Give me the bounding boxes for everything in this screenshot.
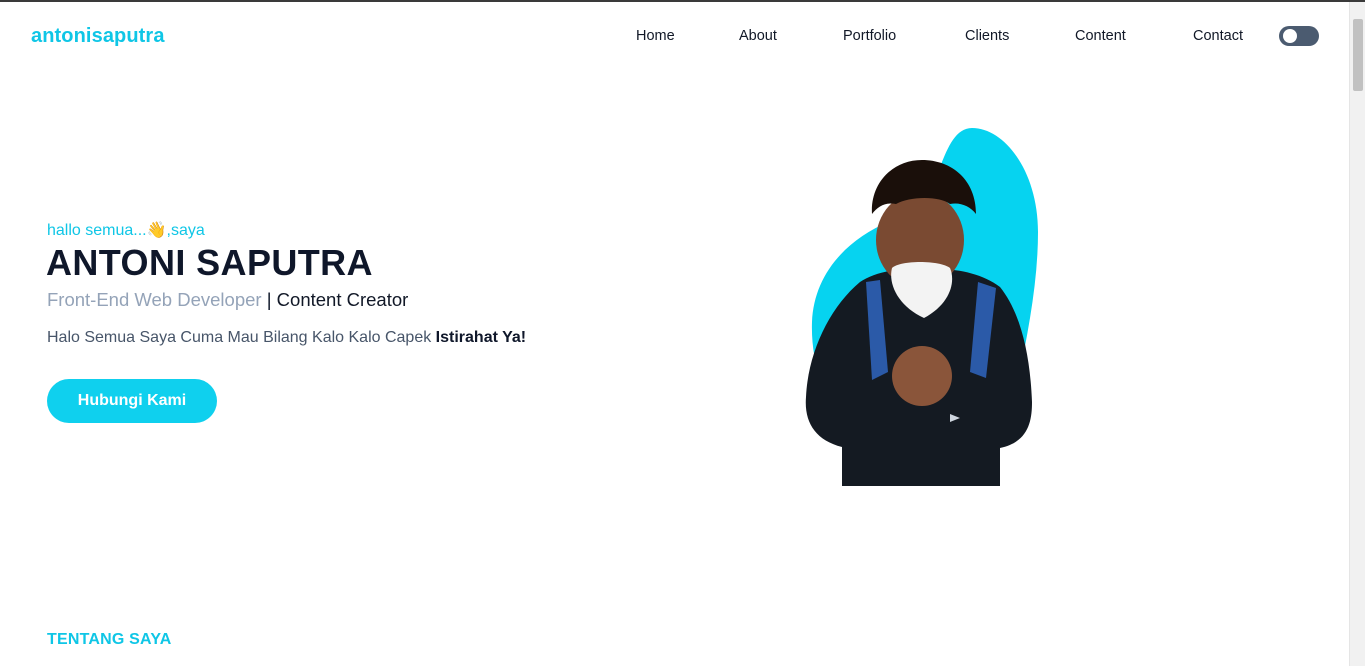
hands bbox=[892, 346, 952, 406]
hero-name: ANTONI SAPUTRA bbox=[46, 242, 373, 283]
greeting-suffix: ,saya bbox=[166, 222, 205, 239]
page-scrollbar[interactable] bbox=[1349, 2, 1365, 666]
greeting-text: hallo semua... bbox=[47, 222, 147, 239]
profile-photo bbox=[805, 128, 1038, 486]
role-primary: Front-End Web Developer bbox=[47, 289, 262, 310]
page: antonisaputra Home About Portfolio Clien… bbox=[0, 2, 1349, 666]
dark-mode-toggle[interactable] bbox=[1279, 26, 1319, 46]
site-header: antonisaputra Home About Portfolio Clien… bbox=[0, 2, 1349, 70]
hero-role: Front-End Web Developer | Content Creato… bbox=[47, 289, 408, 311]
description-text: Halo Semua Saya Cuma Mau Bilang Kalo Kal… bbox=[47, 329, 432, 346]
nav-content[interactable]: Content bbox=[1075, 28, 1126, 44]
nav-contact[interactable]: Contact bbox=[1193, 28, 1243, 44]
contact-button[interactable]: Hubungi Kami bbox=[47, 379, 217, 423]
role-separator: | bbox=[266, 289, 272, 310]
role-secondary: Content Creator bbox=[276, 289, 409, 310]
waving-hand-icon: 👋 bbox=[146, 222, 167, 239]
nav-portfolio[interactable]: Portfolio bbox=[843, 28, 896, 44]
scrollbar-thumb[interactable] bbox=[1353, 19, 1363, 91]
hero-description: Halo Semua Saya Cuma Mau Bilang Kalo Kal… bbox=[47, 329, 526, 347]
toggle-knob-icon bbox=[1283, 29, 1297, 43]
description-bold: Istirahat Ya! bbox=[435, 329, 527, 346]
nav-clients[interactable]: Clients bbox=[965, 28, 1009, 44]
hero-greeting: hallo semua...👋,saya bbox=[47, 220, 205, 240]
about-section-label: TENTANG SAYA bbox=[47, 631, 172, 648]
main-nav: Home About Portfolio Clients Content Con… bbox=[0, 28, 1349, 48]
nav-about[interactable]: About bbox=[739, 28, 777, 44]
nav-home[interactable]: Home bbox=[636, 28, 675, 44]
